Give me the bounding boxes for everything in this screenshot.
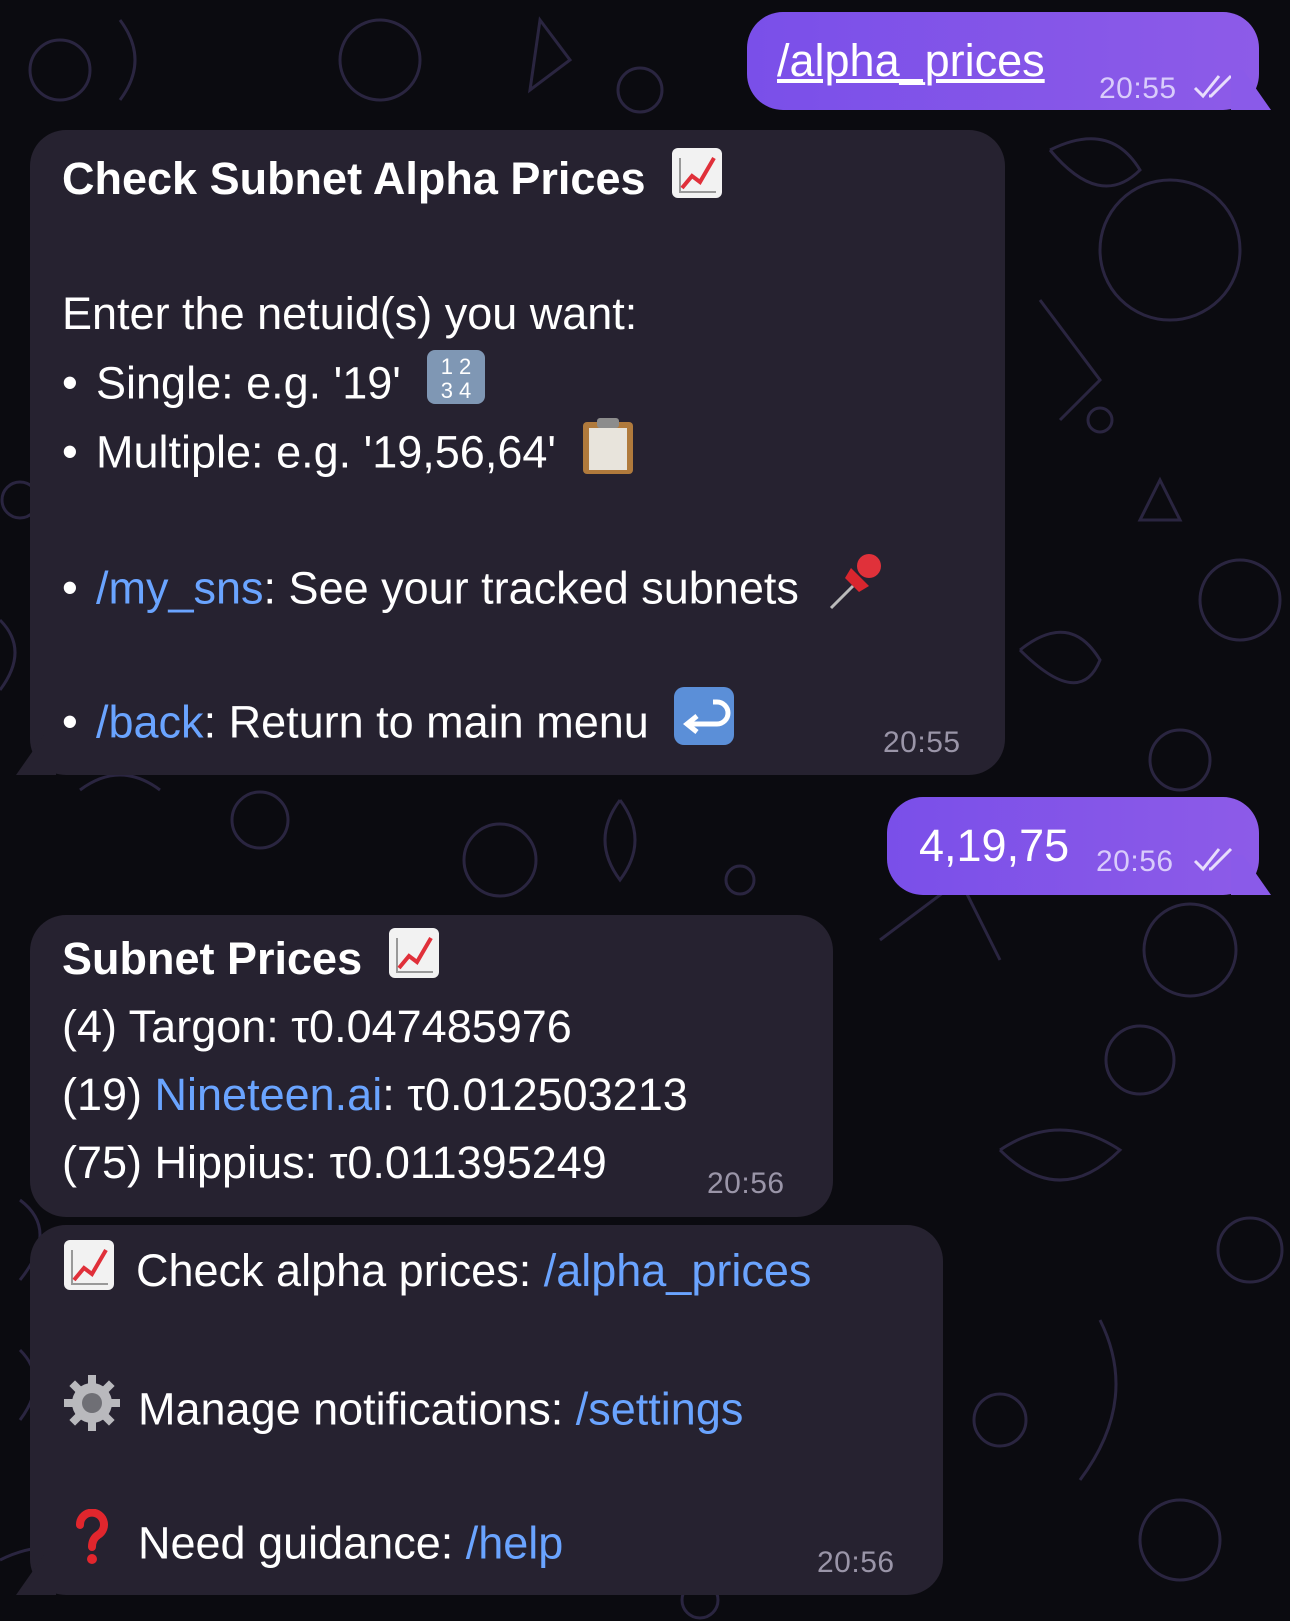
svg-text:1 2: 1 2	[441, 354, 472, 379]
back-command-link[interactable]: /back	[96, 696, 204, 747]
multiple-example: • Multiple: e.g. '19,56,64'	[62, 416, 635, 495]
price-row-nineteen: (19) Nineteen.ai: τ0.012503213	[62, 1069, 688, 1120]
double-check-icon	[1193, 847, 1233, 872]
netuid-input-text: 4,19,75	[919, 820, 1070, 871]
gear-icon	[62, 1373, 122, 1452]
message-title: Check Subnet Alpha Prices	[62, 145, 724, 219]
message-time: 20:55	[883, 726, 961, 759]
incoming-message-alpha-prices-help: Check Subnet Alpha Prices Enter the netu…	[16, 130, 1005, 775]
message-time: 20:56	[707, 1167, 785, 1200]
single-example: • Single: e.g. '19' 1 23 4	[62, 348, 487, 425]
back-item: •/back: Return to main menu	[62, 686, 735, 765]
my-sns-command-link[interactable]: /my_sns	[96, 562, 264, 613]
message-time: 20:56	[1096, 845, 1174, 878]
help-menu-item: Need guidance: /help	[62, 1508, 564, 1584]
svg-text:3 4: 3 4	[441, 378, 472, 403]
chart-increasing-icon	[670, 146, 724, 219]
message-title: Subnet Prices	[62, 925, 441, 999]
question-mark-icon	[62, 1508, 122, 1584]
incoming-message-menu: Check alpha prices: /alpha_prices Manage…	[16, 1225, 943, 1595]
message-time: 20:55	[1099, 72, 1177, 105]
price-row-hippius: (75) Hippius: τ0.011395249	[62, 1137, 607, 1188]
input-numbers-icon: 1 23 4	[425, 348, 487, 425]
chart-increasing-icon	[387, 926, 441, 999]
double-check-icon	[1193, 74, 1233, 99]
incoming-message-subnet-prices: Subnet Prices (4) Targon: τ0.047485976 (…	[30, 915, 833, 1217]
return-arrow-icon	[673, 686, 735, 765]
pushpin-icon	[823, 550, 887, 633]
outgoing-message-netuids: 4,19,75 20:56	[887, 797, 1271, 895]
alpha-prices-menu-item: Check alpha prices: /alpha_prices	[62, 1237, 811, 1311]
alpha-prices-command-link[interactable]: /alpha_prices	[777, 27, 1045, 95]
price-row-targon: (4) Targon: τ0.047485976	[62, 1001, 572, 1052]
settings-menu-item: Manage notifications: /settings	[62, 1373, 743, 1452]
help-command-link[interactable]: /help	[466, 1517, 564, 1568]
clipboard-icon	[581, 416, 635, 495]
message-time: 20:56	[817, 1546, 895, 1579]
settings-command-link[interactable]: /settings	[576, 1383, 744, 1434]
alpha-prices-command-link[interactable]: /alpha_prices	[544, 1245, 812, 1296]
nineteen-ai-link[interactable]: Nineteen.ai	[155, 1069, 383, 1120]
chart-increasing-icon	[62, 1238, 116, 1311]
prompt-text: Enter the netuid(s) you want:	[62, 288, 638, 339]
my-sns-item: •/my_sns: See your tracked subnets	[62, 550, 887, 633]
outgoing-message-alpha-prices[interactable]: /alpha_prices 20:55	[747, 12, 1271, 110]
